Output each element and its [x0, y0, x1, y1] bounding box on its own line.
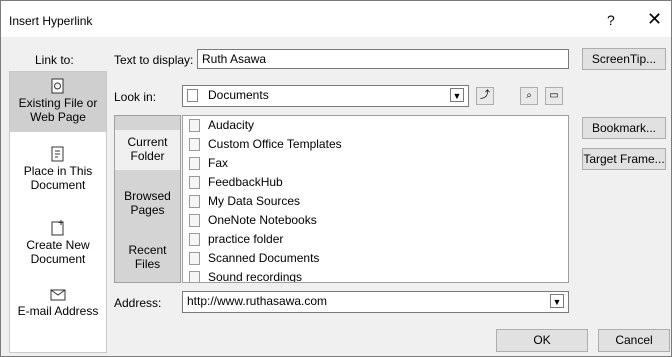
list-item[interactable]: practice folder [189, 230, 283, 249]
ok-button[interactable]: OK [496, 329, 588, 352]
title-bar: Insert Hyperlink ? ✕ [1, 1, 671, 37]
web-page-icon [51, 78, 64, 94]
link-to-new-document[interactable]: Create New Document [10, 220, 106, 270]
list-item[interactable]: OneNote Notebooks [189, 211, 317, 230]
list-item[interactable]: Custom Office Templates [189, 135, 342, 154]
folder-icon [189, 138, 200, 152]
tab-recent-files[interactable]: Recent Files [115, 240, 180, 280]
folder-icon [189, 119, 200, 133]
dialog-title: Insert Hyperlink [9, 14, 93, 28]
link-to-place-in-document-label: Place in This Document [23, 164, 93, 192]
look-in-value: Documents [208, 88, 269, 102]
list-item[interactable]: Audacity [189, 116, 254, 135]
link-to-existing-file-label: Existing File or Web Page [18, 96, 98, 124]
folder-icon [189, 214, 200, 228]
text-to-display-label: Text to display: [114, 53, 194, 67]
up-folder-button[interactable]: ⤴ [476, 87, 494, 105]
email-icon [50, 289, 66, 301]
browse-file-button[interactable]: ▭ [545, 87, 563, 105]
list-item[interactable]: FeedbackHub [189, 173, 283, 192]
cancel-button[interactable]: Cancel [598, 329, 670, 352]
target-frame-button[interactable]: Target Frame... [582, 148, 666, 170]
list-item[interactable]: Sound recordings [189, 268, 302, 282]
tab-current-folder[interactable]: Current Folder [115, 130, 180, 170]
bookmark-button[interactable]: Bookmark... [582, 117, 666, 139]
tab-browsed-pages[interactable]: Browsed Pages [115, 186, 180, 226]
link-to-new-document-label: Create New Document [26, 238, 90, 266]
screentip-button[interactable]: ScreenTip... [582, 48, 666, 70]
look-in-label: Look in: [114, 90, 157, 104]
link-to-existing-file[interactable]: Existing File or Web Page [10, 72, 106, 132]
file-list[interactable]: Audacity Custom Office Templates Fax Fee… [182, 115, 569, 283]
chevron-down-icon[interactable]: ▼ [450, 88, 464, 102]
folder-icon [189, 233, 200, 247]
insert-hyperlink-dialog: Insert Hyperlink ? ✕ Link to: Existing F… [0, 0, 672, 357]
folder-icon [189, 176, 200, 190]
folder-icon [187, 89, 198, 103]
address-input[interactable]: http://www.ruthasawa.com ▼ [182, 291, 569, 313]
new-document-icon [51, 220, 64, 236]
address-label: Address: [114, 296, 162, 310]
data-sources-icon [189, 195, 200, 209]
link-to-label: Link to: [35, 53, 74, 67]
close-button[interactable]: ✕ [647, 9, 662, 30]
link-to-email-address-label: E-mail Address [17, 304, 99, 318]
browse-tabs: Current Folder Browsed Pages Recent File… [114, 115, 181, 283]
document-bookmark-icon [51, 146, 64, 162]
link-to-email-address[interactable]: E-mail Address [10, 286, 106, 336]
help-button[interactable]: ? [607, 12, 615, 28]
link-to-place-in-document[interactable]: Place in This Document [10, 146, 106, 196]
address-value: http://www.ruthasawa.com [187, 294, 328, 308]
browse-web-button[interactable]: ⌕ [520, 87, 538, 105]
chevron-down-icon[interactable]: ▼ [550, 294, 564, 308]
list-item[interactable]: Fax [189, 154, 228, 173]
folder-icon [189, 252, 200, 266]
link-to-bar: Existing File or Web Page Place in This … [9, 71, 107, 353]
folder-icon [189, 157, 200, 171]
list-item[interactable]: Scanned Documents [189, 249, 319, 268]
list-item[interactable]: My Data Sources [189, 192, 300, 211]
folder-icon [189, 271, 200, 282]
text-to-display-input[interactable]: Ruth Asawa [197, 49, 569, 69]
look-in-select[interactable]: Documents ▼ [182, 85, 469, 107]
